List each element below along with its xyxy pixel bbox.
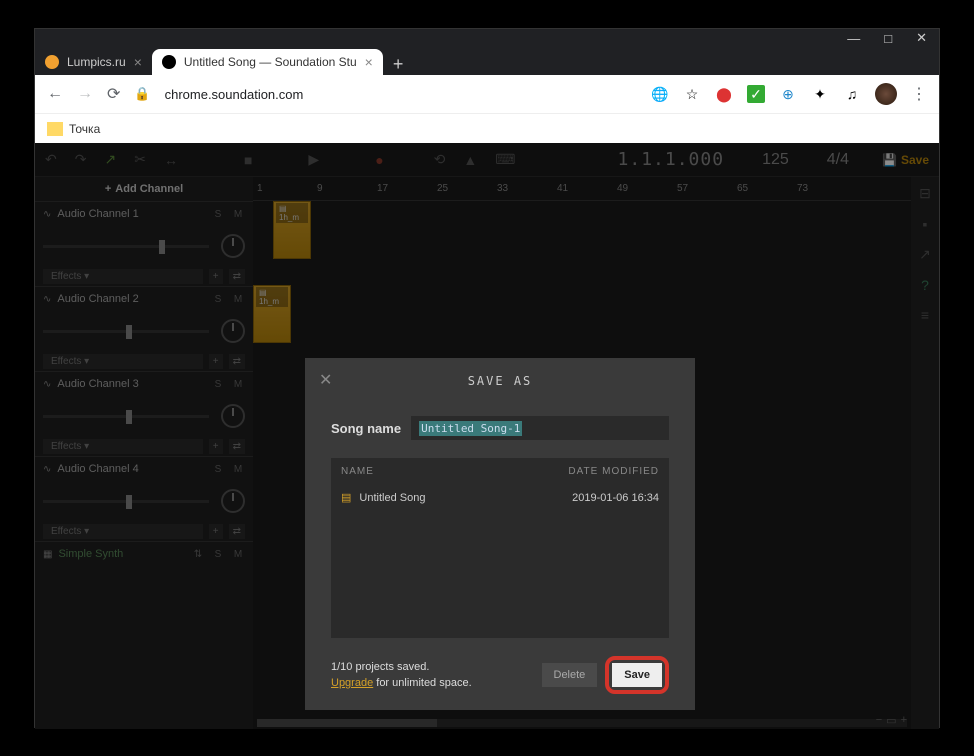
file-name: Untitled Song [359, 492, 564, 504]
save-as-dialog: ✕ SAVE AS Song name Untitled Song-1 NAME… [305, 358, 695, 710]
tab-soundation[interactable]: Untitled Song — Soundation Stu × [152, 49, 383, 75]
file-icon: ▤ [341, 491, 351, 504]
extensions-icon[interactable]: ✦ [811, 85, 829, 103]
window-close[interactable]: ✕ [916, 30, 927, 46]
bookmarks-bar: Точка [35, 113, 939, 143]
translate-icon[interactable]: 🌐 [651, 85, 669, 103]
window-maximize[interactable]: □ [884, 31, 892, 46]
new-tab-button[interactable]: + [383, 54, 414, 75]
dialog-close-icon[interactable]: ✕ [319, 370, 332, 390]
menu-icon[interactable]: ⋮ [911, 84, 927, 104]
reload-button[interactable]: ⟳ [107, 84, 120, 104]
column-name[interactable]: NAME [341, 466, 568, 477]
song-name-input[interactable]: Untitled Song-1 [411, 416, 669, 440]
file-date: 2019-01-06 16:34 [572, 492, 659, 504]
save-highlight: Save [605, 656, 669, 694]
extension-icon[interactable]: ⊕ [779, 85, 797, 103]
bookmark-item[interactable]: Точка [69, 122, 100, 136]
favicon-icon [162, 55, 176, 69]
tab-close-icon[interactable]: × [365, 54, 373, 70]
dialog-title: SAVE AS [321, 374, 679, 388]
back-button[interactable]: ← [47, 85, 63, 103]
bookmark-star-icon[interactable]: ☆ [683, 85, 701, 103]
storage-status: 1/10 projects saved. Upgrade for unlimit… [331, 659, 534, 692]
song-name-label: Song name [331, 421, 401, 436]
tab-title: Untitled Song — Soundation Stu [184, 55, 357, 69]
extension-icon[interactable]: ⬤ [715, 85, 733, 103]
playlist-icon[interactable]: ♫ [843, 85, 861, 103]
window-minimize[interactable]: — [847, 31, 860, 46]
tab-close-icon[interactable]: × [134, 54, 142, 70]
address-bar: ← → ⟳ 🔒 chrome.soundation.com 🌐 ☆ ⬤ ✓ ⊕ … [35, 75, 939, 113]
file-list: NAME DATE MODIFIED ▤ Untitled Song 2019-… [331, 458, 669, 638]
extension-icon[interactable]: ✓ [747, 85, 765, 103]
browser-tabbar: Lumpics.ru × Untitled Song — Soundation … [35, 47, 939, 75]
profile-avatar[interactable] [875, 83, 897, 105]
window-titlebar: — □ ✕ [35, 29, 939, 47]
folder-icon [47, 122, 63, 136]
url-text[interactable]: chrome.soundation.com [165, 87, 637, 102]
favicon-icon [45, 55, 59, 69]
tab-lumpics[interactable]: Lumpics.ru × [35, 49, 152, 75]
file-row[interactable]: ▤ Untitled Song 2019-01-06 16:34 [331, 485, 669, 510]
upgrade-link[interactable]: Upgrade [331, 677, 373, 689]
forward-button[interactable]: → [77, 85, 93, 103]
soundation-app: ↶ ↷ ↗ ✂ ↔ ■ ▶ ● ⟲ ▲ ⌨ 1.1.1.000 125 4/4 … [35, 143, 939, 729]
delete-button[interactable]: Delete [542, 663, 598, 687]
tab-title: Lumpics.ru [67, 55, 126, 69]
save-button[interactable]: Save [612, 663, 662, 687]
lock-icon[interactable]: 🔒 [134, 86, 150, 102]
column-date[interactable]: DATE MODIFIED [568, 466, 659, 477]
